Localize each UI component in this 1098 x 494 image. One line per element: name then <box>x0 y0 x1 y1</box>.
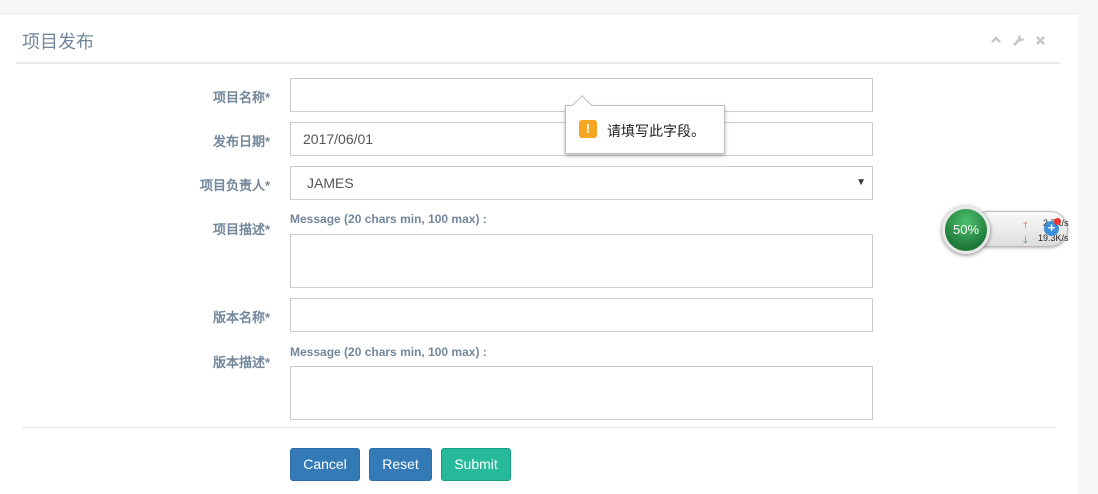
owner-select[interactable]: JAMES ▼ <box>290 166 873 200</box>
project-desc-label: 项目描述* <box>212 222 270 237</box>
version-desc-textarea[interactable] <box>290 366 873 420</box>
owner-select-value: JAMES <box>307 175 354 191</box>
close-icon[interactable] <box>1033 34 1047 48</box>
warning-icon: ! <box>579 120 597 138</box>
title-divider <box>16 62 1060 64</box>
version-name-input[interactable] <box>290 298 873 332</box>
version-desc-hint: Message (20 chars min, 100 max) : <box>290 345 487 359</box>
panel-title: 项目发布 <box>22 32 94 52</box>
validation-tooltip: ! 请填写此字段。 <box>565 95 725 154</box>
upload-arrow-icon: 🡑 <box>1023 220 1028 230</box>
release-date-label: 发布日期* <box>212 134 270 149</box>
submit-button[interactable]: Submit <box>441 448 511 481</box>
wrench-icon[interactable] <box>1011 34 1025 48</box>
panel-toolbox <box>989 34 1047 48</box>
dropdown-arrow-icon: ▼ <box>856 177 866 188</box>
form-divider <box>22 427 1055 428</box>
reset-button[interactable]: Reset <box>369 448 432 481</box>
usage-percent-circle: 50% <box>942 206 990 254</box>
network-speed-widget[interactable]: 🡑 2.7K/s 🡓 19.3K/s 50% + <box>940 206 1070 254</box>
version-name-label: 版本名称* <box>212 310 270 325</box>
owner-label: 项目负责人* <box>199 178 270 193</box>
tooltip-text: 请填写此字段。 <box>607 123 705 139</box>
project-desc-hint: Message (20 chars min, 100 max) : <box>290 212 487 226</box>
download-arrow-icon: 🡓 <box>1023 235 1028 245</box>
project-desc-textarea[interactable] <box>290 234 873 288</box>
chevron-up-icon[interactable] <box>989 34 1003 48</box>
cancel-button[interactable]: Cancel <box>290 448 360 481</box>
notification-dot <box>1054 218 1061 225</box>
project-name-label: 项目名称* <box>212 90 270 105</box>
version-desc-label: 版本描述* <box>212 355 270 370</box>
